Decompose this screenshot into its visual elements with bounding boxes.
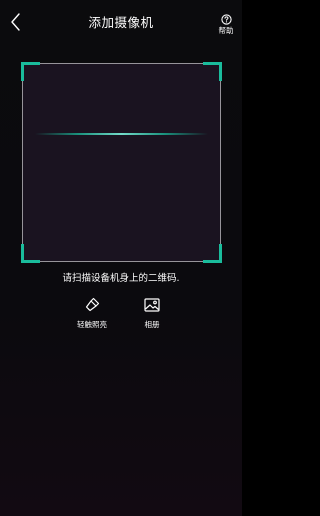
flashlight-label: 轻触照亮	[77, 320, 107, 329]
question-circle-icon	[220, 14, 232, 25]
album-label: 相册	[144, 320, 160, 329]
scan-corner-top-left	[21, 62, 40, 81]
help-button[interactable]: 帮助	[214, 14, 238, 42]
top-bar: 添加摄像机 帮助	[0, 0, 242, 44]
scan-line	[35, 133, 208, 135]
flashlight-icon	[85, 297, 100, 312]
help-label: 帮助	[218, 26, 234, 35]
qr-scan-frame	[21, 62, 222, 263]
album-button[interactable]: 相册	[127, 296, 177, 336]
scan-corner-bottom-left	[21, 244, 40, 263]
image-icon	[144, 298, 160, 312]
scan-corner-top-right	[203, 62, 222, 81]
scan-hint: 请扫描设备机身上的二维码.	[62, 273, 180, 284]
page-title: 添加摄像机	[88, 15, 154, 30]
flashlight-button[interactable]: 轻触照亮	[67, 296, 117, 336]
scan-corner-bottom-right	[203, 244, 222, 263]
add-camera-screen: 添加摄像机 帮助 请扫描设备机身上的二维码. 轻触照亮 相册	[0, 0, 242, 516]
